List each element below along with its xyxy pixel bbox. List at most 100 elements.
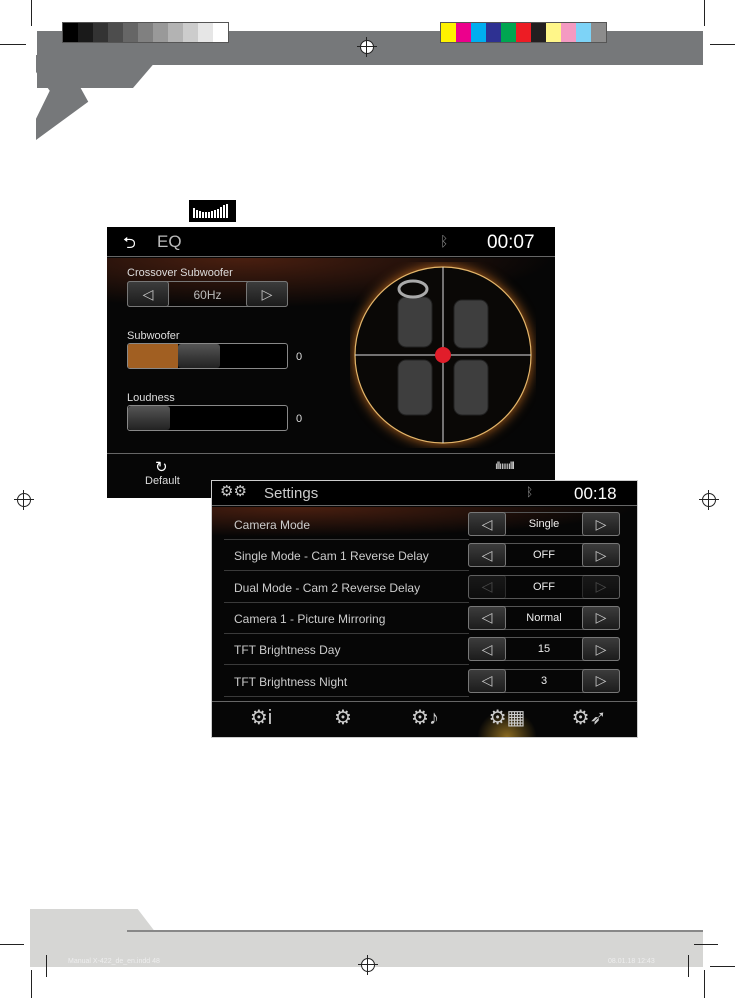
- decrease-button: ◁: [468, 574, 506, 599]
- seat-icon: [453, 299, 489, 349]
- seat-icon: [397, 359, 433, 416]
- footer-date: 08.01.18 12:43: [608, 958, 655, 965]
- color-swatch: [93, 23, 108, 42]
- default-button[interactable]: Default: [145, 475, 180, 487]
- setting-value: 15: [537, 643, 551, 656]
- crossover-decrease-button[interactable]: ◁: [127, 281, 169, 307]
- decrease-button[interactable]: ◁: [468, 605, 506, 630]
- back-icon[interactable]: ⮌: [123, 232, 136, 259]
- subwoofer-value: 0: [296, 351, 303, 363]
- crop-mark: [0, 944, 24, 945]
- setting-row: Single Mode - Cam 1 Reverse Delay: [224, 549, 469, 572]
- loudness-value: 0: [296, 413, 303, 425]
- eq-bar: [226, 204, 228, 218]
- setting-row: TFT Brightness Night: [224, 675, 469, 697]
- setting-label: Dual Mode - Cam 2 Reverse Delay: [234, 580, 421, 595]
- crop-mark: [31, 0, 32, 26]
- gray-color-bar: [62, 22, 229, 43]
- info-gear-icon: ⚙i: [249, 707, 273, 729]
- color-swatch: [213, 23, 228, 42]
- eq-title: EQ: [157, 232, 182, 251]
- tab-music-gear-icon[interactable]: ⚙♪: [390, 705, 460, 737]
- setting-label: TFT Brightness Night: [234, 674, 348, 689]
- increase-button[interactable]: ▷: [582, 668, 620, 693]
- decrease-button[interactable]: ◁: [468, 512, 506, 536]
- eq-bar: [196, 210, 198, 218]
- crop-mark: [710, 44, 735, 45]
- setting-value: Single: [528, 518, 560, 530]
- clock: 00:07: [487, 232, 535, 253]
- increase-button[interactable]: ▷: [582, 605, 620, 630]
- bluetooth-icon: ᛒ: [440, 233, 449, 249]
- footer-line: [127, 930, 703, 932]
- color-swatch: [78, 23, 93, 42]
- crop-mark: [31, 970, 32, 998]
- eq-header: ⮌ EQ ᛒ 00:07: [107, 227, 555, 257]
- eq-bar: [199, 211, 201, 218]
- seat-icon: [453, 359, 489, 416]
- crop-mark: [46, 955, 47, 977]
- decrease-button[interactable]: ◁: [468, 637, 506, 662]
- seat-icon: [397, 296, 433, 348]
- setting-label: Camera 1 - Picture Mirroring: [234, 611, 386, 626]
- crop-mark: [710, 966, 735, 967]
- color-swatch: [591, 23, 606, 42]
- loudness-slider[interactable]: [127, 405, 288, 431]
- eq-bar: [217, 209, 219, 218]
- eq-bar: [211, 211, 213, 218]
- loudness-handle[interactable]: [128, 406, 170, 430]
- eq-bar: [223, 205, 225, 218]
- gear-icon: ⚙: [334, 707, 352, 729]
- crossover-value: 60Hz: [193, 288, 222, 302]
- increase-button[interactable]: ▷: [582, 637, 620, 662]
- color-swatch: [531, 23, 546, 42]
- tab-info-gear-icon[interactable]: ⚙i: [226, 705, 296, 737]
- subwoofer-handle[interactable]: [178, 344, 221, 368]
- subwoofer-slider[interactable]: [127, 343, 288, 369]
- color-swatch: [441, 23, 456, 42]
- setting-row: Camera Mode: [224, 518, 469, 540]
- crop-mark: [0, 44, 26, 45]
- color-bar: [440, 22, 607, 43]
- color-swatch: [153, 23, 168, 42]
- registration-mark-icon: [699, 490, 719, 510]
- color-swatch: [108, 23, 123, 42]
- setting-value: Normal: [526, 611, 562, 624]
- decrease-button[interactable]: ◁: [468, 543, 506, 568]
- crop-mark: [704, 0, 705, 26]
- settings-header: ⚙⚙ Settings ᛒ 00:18: [212, 481, 637, 506]
- color-swatch: [501, 23, 516, 42]
- color-swatch: [516, 23, 531, 42]
- increase-button: ▷: [582, 574, 620, 599]
- color-swatch: [471, 23, 486, 42]
- subwoofer-fill: [128, 344, 179, 368]
- eq-bar: [214, 210, 216, 218]
- color-swatch: [576, 23, 591, 42]
- crossover-increase-button[interactable]: ▷: [246, 281, 288, 307]
- footer-filename: Manual X-422_de_en.indd 48: [68, 958, 160, 965]
- tab-film-gear-icon[interactable]: ⚙▦: [472, 705, 542, 737]
- subwoofer-label: Subwoofer: [127, 330, 180, 342]
- gears-icon: ⚙⚙: [220, 483, 247, 500]
- settings-screen: ⚙⚙ Settings ᛒ 00:18 Camera Mode ◁ Single…: [211, 480, 638, 738]
- increase-button[interactable]: ▷: [582, 543, 620, 568]
- crossover-label: Crossover Subwoofer: [127, 267, 233, 279]
- crop-mark: [694, 944, 718, 945]
- eq-bars-icon[interactable]: ıllıııııılll: [495, 461, 515, 472]
- registration-mark-icon: [14, 490, 34, 510]
- setting-value: OFF: [533, 549, 555, 562]
- tab-gear-icon[interactable]: ⚙: [308, 705, 378, 737]
- setting-row: Camera 1 - Picture Mirroring: [224, 612, 469, 634]
- settings-title: Settings: [264, 485, 319, 502]
- increase-button[interactable]: ▷: [582, 512, 620, 536]
- color-swatch: [123, 23, 138, 42]
- color-swatch: [486, 23, 501, 42]
- balance-point[interactable]: [435, 347, 451, 363]
- refresh-icon[interactable]: ↻: [155, 458, 168, 476]
- tab-compass-gear-icon[interactable]: ⚙➶: [554, 705, 624, 737]
- eq-screen: ⮌ EQ ᛒ 00:07 Crossover Subwoofer ◁ 60Hz …: [107, 227, 555, 498]
- balance-fader-panel[interactable]: [350, 262, 536, 448]
- registration-mark-icon: [357, 37, 377, 57]
- decrease-button[interactable]: ◁: [468, 668, 506, 693]
- compass-gear-icon: ⚙➶: [571, 707, 607, 729]
